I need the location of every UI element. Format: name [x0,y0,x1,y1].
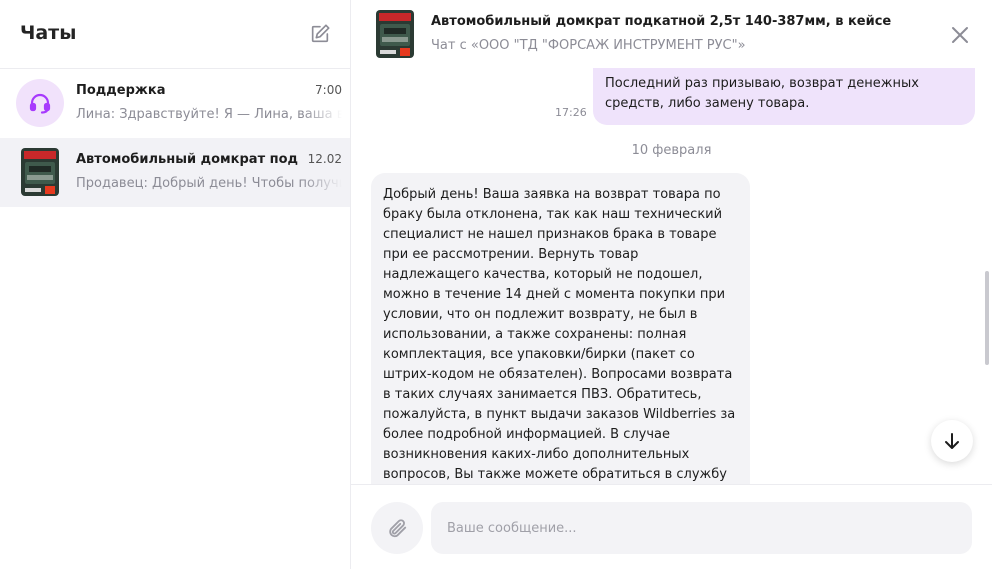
chat-time: 7:00 [315,83,342,97]
headset-icon [29,93,51,114]
message-list[interactable]: Последний раз призываю, возврат денежных… [351,68,992,484]
date-separator: 10 февраля [631,143,712,158]
close-button[interactable] [949,24,971,46]
jack-case-image [21,148,59,196]
jack-case-image [376,10,414,58]
message-text: Добрый день! Ваша заявка на возврат това… [383,187,736,482]
chat-subtitle: Чат с «ООО "ТД "ФОРСАЖ ИНСТРУМЕНТ РУС"» [431,38,746,53]
chat-preview: Лина: Здравствуйте! Я — Лина, ваша вирту… [76,107,342,122]
message-outgoing: Последний раз призываю, возврат денежных… [593,68,975,125]
product-thumbnail[interactable] [376,10,414,58]
chat-time: 12.02 [307,152,342,166]
edit-icon [311,24,330,43]
chat-list-item-support[interactable]: Поддержка 7:00 Лина: Здравствуйте! Я — Л… [0,69,350,138]
scroll-to-bottom-button[interactable] [931,420,973,462]
compose-button[interactable] [306,20,334,48]
chat-sidebar: Чаты Поддержка 7:00 Лина: Здравствуйте! … [0,0,351,569]
message-composer [351,484,992,569]
chat-panel: Автомобильный домкрат подкатной 2,5т 140… [351,0,992,569]
sidebar-title: Чаты [20,22,77,44]
scrollbar-thumb[interactable] [985,271,989,365]
paperclip-icon [389,519,407,538]
chat-preview: Продавец: Добрый день! Чтобы получить [76,176,342,191]
sidebar-header: Чаты [0,0,350,69]
chat-name: Поддержка [76,83,166,98]
message-time: 17:26 [555,106,587,119]
chat-header: Автомобильный домкрат подкатной 2,5т 140… [351,0,992,68]
close-icon [952,27,968,43]
arrow-down-icon [945,433,959,449]
chat-list-item-product[interactable]: Автомобильный домкрат подкатной 2,5т 140… [0,138,350,207]
chat-name: Автомобильный домкрат подкатной 2,5т 140… [76,152,298,167]
attach-button[interactable] [371,502,423,554]
product-thumbnail [21,148,59,196]
message-incoming: Добрый день! Ваша заявка на возврат това… [371,173,750,484]
avatar [16,79,64,127]
message-text: Последний раз призываю, возврат денежных… [605,76,919,111]
message-input[interactable] [431,502,972,554]
chat-title[interactable]: Автомобильный домкрат подкатной 2,5т 140… [431,14,891,29]
